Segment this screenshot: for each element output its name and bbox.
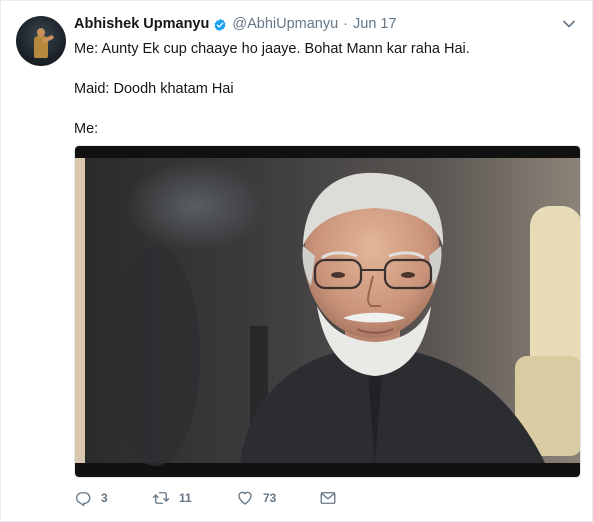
retweet-count: 11 bbox=[179, 491, 192, 505]
envelope-icon bbox=[320, 492, 336, 504]
avatar-figure-head bbox=[37, 28, 45, 37]
photo-of-man-with-glasses bbox=[75, 146, 580, 477]
tweet-media-photo[interactable] bbox=[74, 145, 581, 478]
tweet-actions: 3 11 73 bbox=[74, 489, 337, 507]
tweet-line-1: Me: Aunty Ek cup chaaye ho jaaye. Bohat … bbox=[74, 41, 470, 57]
author-handle[interactable]: @AbhiUpmanyu bbox=[232, 15, 338, 33]
tweet-line-2: Maid: Doodh khatam Hai bbox=[74, 81, 234, 97]
like-button[interactable]: 73 bbox=[236, 489, 319, 507]
author-name[interactable]: Abhishek Upmanyu bbox=[74, 15, 209, 33]
tweet-card[interactable]: Abhishek Upmanyu @AbhiUpmanyu · Jun 17 M… bbox=[0, 0, 593, 522]
direct-message-button[interactable] bbox=[319, 489, 337, 507]
heart-icon bbox=[238, 491, 252, 505]
like-count: 73 bbox=[263, 491, 277, 505]
reply-count: 3 bbox=[101, 491, 108, 505]
reply-button[interactable]: 3 bbox=[74, 489, 152, 507]
tweet-line-3: Me: bbox=[74, 121, 99, 137]
tweet-text: Me: Aunty Ek cup chaaye ho jaaye. Bohat … bbox=[74, 39, 574, 139]
retweet-button[interactable]: 11 bbox=[152, 489, 236, 507]
chevron-down-icon[interactable] bbox=[562, 17, 576, 31]
tweet-header: Abhishek Upmanyu @AbhiUpmanyu · Jun 17 bbox=[74, 15, 397, 33]
reply-icon bbox=[76, 492, 91, 507]
tweet-date[interactable]: Jun 17 bbox=[353, 15, 397, 33]
verified-badge-icon bbox=[213, 18, 227, 32]
header-separator: · bbox=[343, 16, 349, 32]
avatar[interactable] bbox=[16, 16, 66, 66]
retweet-icon bbox=[152, 492, 170, 504]
